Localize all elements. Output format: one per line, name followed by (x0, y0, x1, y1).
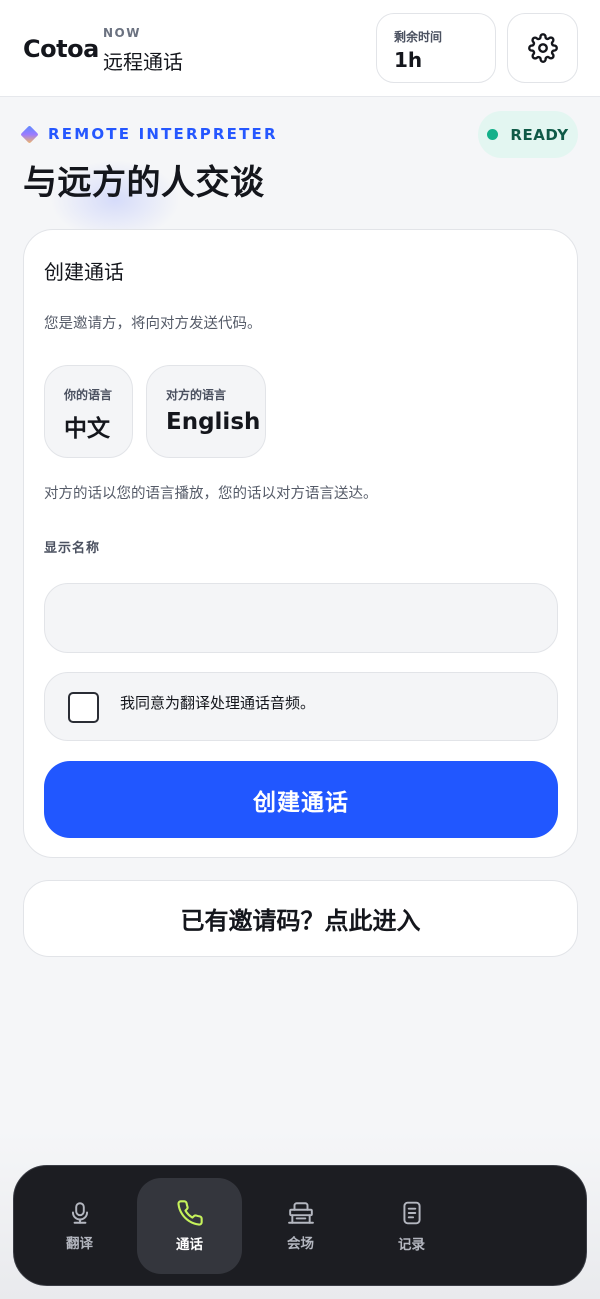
their-language-selector[interactable]: 对方的语言 English (146, 365, 266, 458)
hero-title: 与远方的人交谈 (23, 163, 265, 203)
remaining-time-value: 1h (394, 48, 423, 72)
remaining-time-box: 剩余时间 1h (376, 13, 496, 83)
settings-button[interactable] (507, 13, 578, 83)
my-language-value: 中文 (64, 416, 110, 442)
brand-logo: Cotoa (23, 35, 99, 63)
microphone-icon (71, 1202, 88, 1224)
page-title: 远程通话 (103, 50, 183, 74)
nav-item-records[interactable]: 记录 (359, 1178, 464, 1274)
gear-icon (527, 33, 558, 63)
diamond-icon (20, 124, 39, 144)
display-name-input[interactable] (44, 583, 558, 653)
bottom-nav: 翻译 通话 会场 记录 (13, 1165, 587, 1286)
my-language-label: 你的语言 (64, 388, 113, 402)
nav-item-venue[interactable]: 会场 (248, 1178, 353, 1274)
phone-icon (176, 1200, 203, 1226)
enter-invite-code-label: 已有邀请码？点此进入 (180, 907, 421, 935)
app-header: Cotoa NOW 远程通话 剩余时间 1h (0, 0, 600, 97)
nav-item-label: 通话 (176, 1237, 203, 1253)
hero-kicker-text: REMOTE INTERPRETER (48, 125, 278, 143)
their-language-value: English (166, 409, 261, 435)
language-hint: 对方的话以您的语言播放，您的话以对方语言送达。 (44, 486, 378, 502)
document-icon (402, 1201, 421, 1225)
hero-kicker: REMOTE INTERPRETER (20, 124, 278, 144)
nav-item-label: 会场 (287, 1236, 314, 1252)
status-dot-icon (487, 129, 499, 140)
card-title: 创建通话 (44, 260, 124, 284)
create-call-button[interactable]: 创建通话 (44, 761, 558, 838)
create-call-button-label: 创建通话 (253, 788, 349, 815)
consent-checkbox[interactable] (68, 692, 99, 723)
status-text: READY (510, 125, 569, 144)
consent-checkbox-row[interactable]: 我同意为翻译处理通话音频。 (44, 672, 558, 741)
nav-item-translate[interactable]: 翻译 (27, 1178, 132, 1274)
display-name-label: 显示名称 (44, 541, 101, 556)
consent-text: 我同意为翻译处理通话音频。 (120, 694, 316, 712)
card-subtitle: 您是邀请方，将向对方发送代码。 (44, 316, 262, 332)
my-language-selector[interactable]: 你的语言 中文 (44, 365, 133, 458)
remaining-time-label: 剩余时间 (394, 30, 443, 44)
create-call-card: 创建通话 您是邀请方，将向对方发送代码。 你的语言 中文 对方的语言 Engli… (23, 229, 578, 858)
venue-icon (287, 1202, 314, 1224)
nav-item-label: 记录 (398, 1237, 425, 1253)
status-badge: READY (478, 111, 578, 158)
enter-invite-code-button[interactable]: 已有邀请码？点此进入 (23, 880, 578, 957)
their-language-label: 对方的语言 (166, 388, 227, 402)
nav-item-label: 翻译 (66, 1236, 93, 1252)
now-label: NOW (103, 26, 141, 40)
nav-item-call[interactable]: 通话 (137, 1178, 242, 1274)
